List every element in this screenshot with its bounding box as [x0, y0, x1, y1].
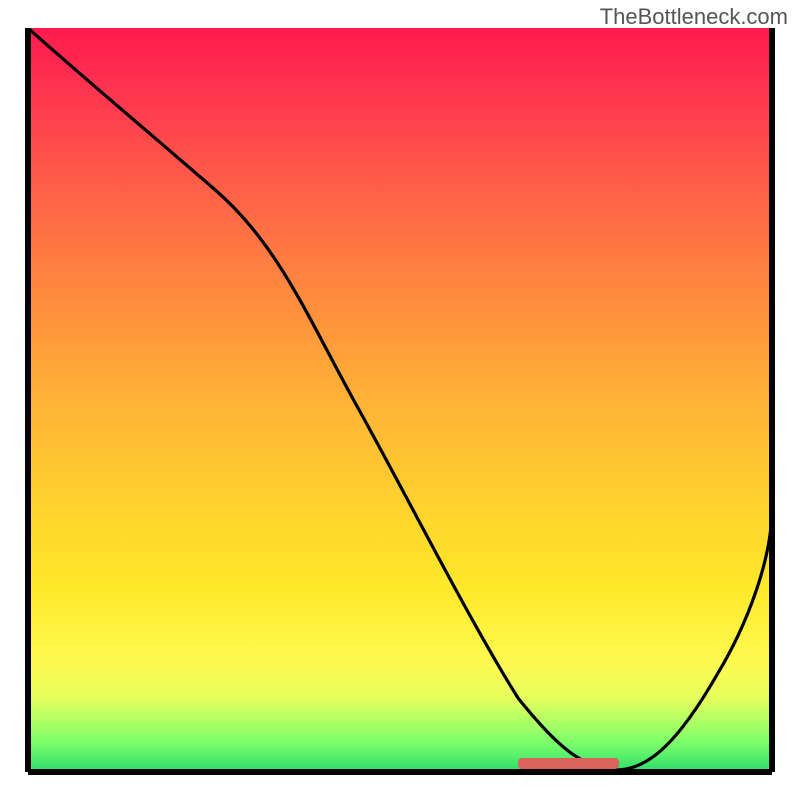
chart-container: TheBottleneck.com: [0, 0, 800, 800]
watermark-text: TheBottleneck.com: [600, 4, 788, 30]
chart-axes: [0, 0, 800, 800]
